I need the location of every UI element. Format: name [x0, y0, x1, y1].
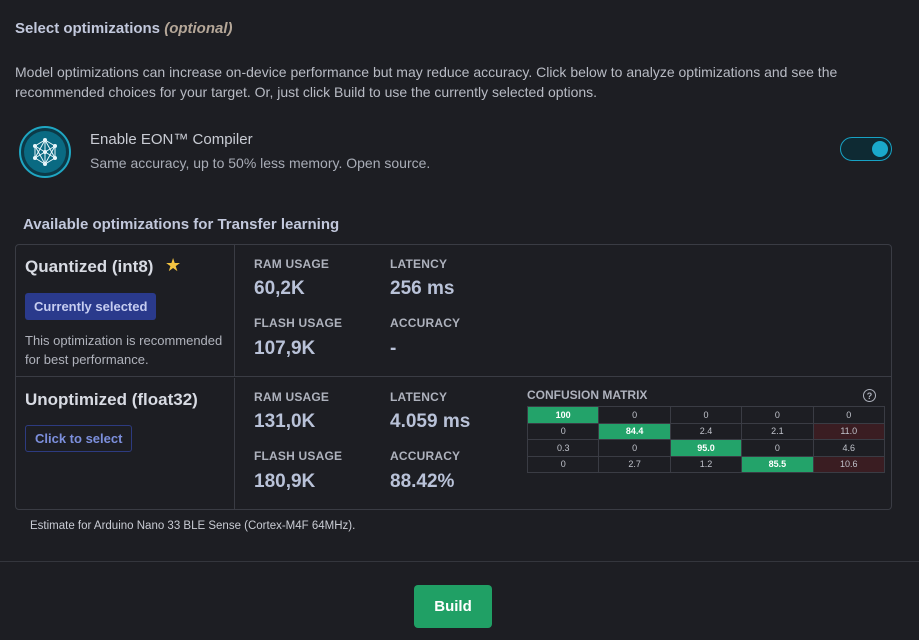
confusion-matrix-cell: 2.7	[598, 455, 671, 473]
eon-compiler-title: Enable EON™ Compiler	[90, 131, 253, 148]
confusion-matrix-cell: 2.4	[669, 422, 743, 440]
accuracy-value: -	[390, 338, 397, 359]
toggle-knob	[872, 141, 888, 157]
flash-usage-label: FLASH USAGE	[254, 449, 343, 463]
latency-label: LATENCY	[390, 390, 448, 404]
latency-value: 4.059 ms	[390, 411, 471, 432]
optional-label: (optional)	[164, 20, 233, 37]
help-icon[interactable]: ?	[863, 389, 876, 402]
star-icon: ★	[165, 255, 182, 275]
recommendation-note: This optimization is recommended for bes…	[25, 333, 223, 367]
confusion-matrix-cell: 10.6	[812, 455, 885, 473]
accuracy-value: 88.42%	[390, 471, 455, 492]
ram-usage-value: 60,2K	[254, 278, 305, 299]
confusion-matrix-cell: 0	[812, 406, 885, 424]
confusion-matrix-cell: 0	[526, 455, 600, 473]
confusion-matrix-cell: 2.1	[741, 422, 814, 440]
confusion-matrix-cell: 0	[526, 422, 600, 440]
confusion-matrix-row: 0 84.4 2.4 2.1 11.0	[526, 422, 885, 440]
optimization-row-quantized[interactable]: Quantized (int8) ★ Currently selected Th…	[16, 245, 891, 377]
confusion-matrix-cell: 1.2	[669, 455, 743, 473]
divider	[234, 378, 235, 509]
confusion-matrix-cell: 85.5	[741, 455, 814, 473]
confusion-matrix-cell: 0	[669, 406, 743, 424]
divider	[0, 561, 919, 562]
click-to-select-button[interactable]: Click to select	[25, 425, 133, 452]
accuracy-label: ACCURACY	[390, 316, 461, 330]
flash-usage-value: 107,9K	[254, 338, 316, 359]
confusion-matrix-cell: 100	[526, 406, 600, 424]
latency-label: LATENCY	[390, 257, 448, 271]
description: Model optimizations can increase on-devi…	[15, 64, 838, 100]
confusion-matrix-cell: 0	[741, 439, 814, 457]
confusion-matrix-title: CONFUSION MATRIX	[527, 388, 648, 402]
section-title-text: Select optimizations	[15, 20, 161, 37]
confusion-matrix-cell: 0	[598, 439, 671, 457]
flash-usage-label: FLASH USAGE	[254, 316, 343, 330]
currently-selected-badge: Currently selected	[25, 293, 157, 320]
neural-network-icon	[19, 126, 71, 178]
ram-usage-label: RAM USAGE	[254, 390, 330, 404]
optimization-name: Quantized (int8)	[25, 257, 154, 276]
section-title: Select optimizations (optional)	[15, 20, 233, 37]
confusion-matrix-cell: 84.4	[598, 422, 671, 440]
optimization-name: Unoptimized (float32)	[25, 390, 198, 409]
confusion-matrix-cell: 4.6	[812, 439, 885, 457]
confusion-matrix: 100 0 0 0 0 0 84.4 2.4 2.1 11.0 0.3 0 95.0 0 4.6 0 2.7 1.…	[526, 406, 885, 473]
confusion-matrix-cell: 0	[741, 406, 814, 424]
latency-value: 256 ms	[390, 278, 455, 299]
available-optimizations-title: Available optimizations for Transfer lea…	[23, 216, 340, 233]
confusion-matrix-row: 100 0 0 0 0	[526, 406, 885, 424]
confusion-matrix-cell: 11.0	[812, 422, 885, 440]
confusion-matrix-cell: 95.0	[669, 439, 743, 457]
optimization-row-unoptimized[interactable]: Unoptimized (float32) Click to select RA…	[16, 378, 891, 509]
eon-compiler-toggle[interactable]	[840, 137, 892, 161]
target-estimate-note: Estimate for Arduino Nano 33 BLE Sense (…	[30, 520, 356, 532]
confusion-matrix-cell: 0	[598, 406, 671, 424]
accuracy-label: ACCURACY	[390, 449, 461, 463]
optimizations-table: Quantized (int8) ★ Currently selected Th…	[15, 244, 892, 510]
ram-usage-value: 131,0K	[254, 411, 316, 432]
build-button[interactable]: Build	[414, 585, 492, 628]
confusion-matrix-row: 0.3 0 95.0 0 4.6	[526, 439, 885, 457]
ram-usage-label: RAM USAGE	[254, 257, 330, 271]
confusion-matrix-row: 0 2.7 1.2 85.5 10.6	[526, 455, 885, 473]
eon-compiler-subtitle: Same accuracy, up to 50% less memory. Op…	[90, 155, 431, 171]
confusion-matrix-cell: 0.3	[526, 439, 600, 457]
flash-usage-value: 180,9K	[254, 471, 316, 492]
